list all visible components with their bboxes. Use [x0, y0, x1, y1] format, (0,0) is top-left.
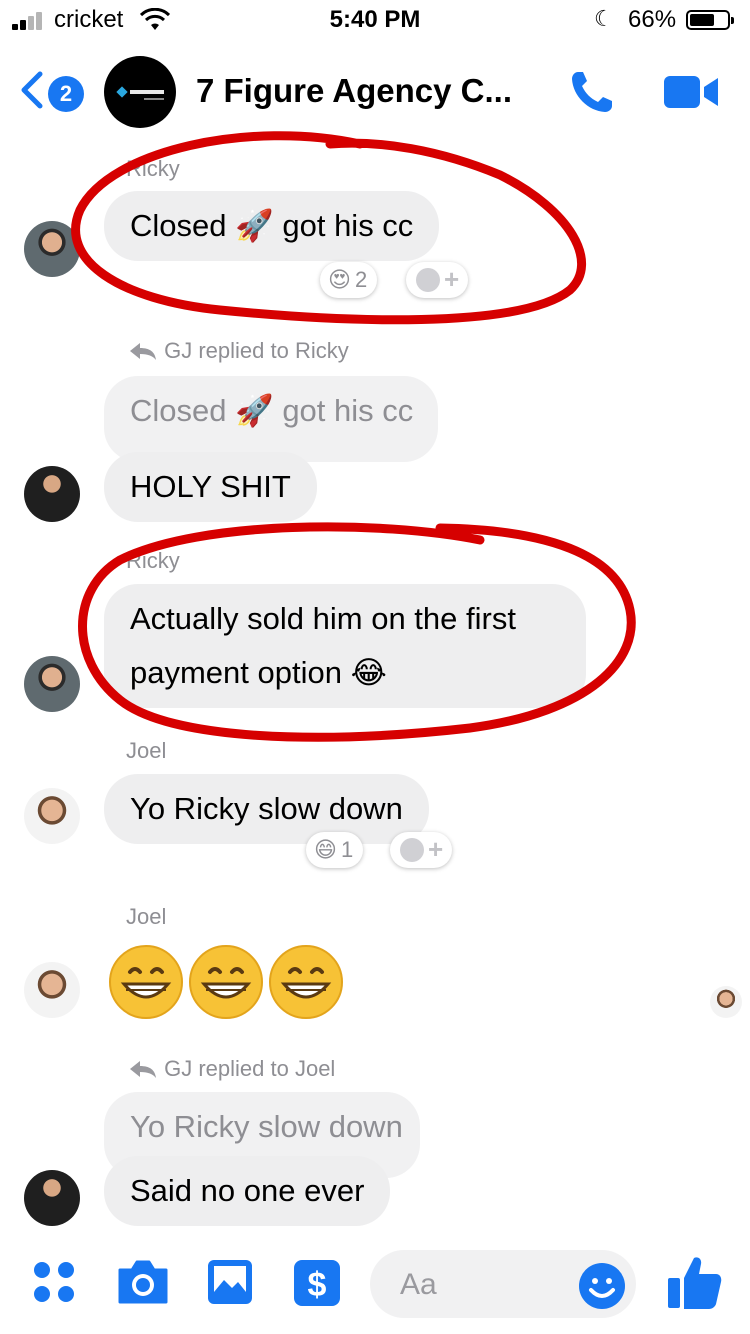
group-avatar[interactable]: [104, 56, 176, 128]
tears-of-joy-icon: 😂: [350, 655, 387, 690]
reply-indicator: GJ replied to Joel: [128, 1056, 335, 1082]
grin-icon: [189, 945, 263, 1019]
reaction-badge[interactable]: 😍 2: [320, 262, 378, 298]
message-bubble[interactable]: Actually sold him on the first payment o…: [104, 584, 586, 708]
thumbs-up-icon[interactable]: [664, 1252, 724, 1312]
avatar[interactable]: [24, 656, 80, 712]
reaction-count: 1: [340, 837, 354, 862]
reaction-badge[interactable]: 😄 1: [306, 832, 364, 868]
battery-icon: [686, 10, 734, 30]
status-bar: cricket 5:40 PM ☾ 66%: [0, 0, 750, 40]
plus-icon: +: [444, 264, 460, 294]
svg-text:$: $: [308, 1266, 327, 1304]
camera-icon[interactable]: [116, 1258, 170, 1306]
emoji-icon: [416, 268, 440, 292]
avatar[interactable]: [24, 466, 80, 522]
sender-name: Joel: [126, 738, 167, 763]
sender-name: Joel: [126, 904, 167, 929]
message-bubble[interactable]: Yo Ricky slow down: [104, 774, 429, 844]
sender-name: Ricky: [126, 548, 180, 573]
video-camera-icon[interactable]: [662, 74, 720, 110]
reaction-count: 2: [354, 267, 368, 292]
message-text: Closed: [130, 208, 227, 243]
composer-bar: $ Aa: [0, 1244, 750, 1334]
unread-badge[interactable]: 2: [48, 76, 84, 112]
payment-dollar-icon[interactable]: $: [292, 1258, 342, 1308]
emoji-icon[interactable]: [578, 1262, 626, 1310]
back-chevron-icon[interactable]: [18, 70, 44, 110]
message-bubble[interactable]: HOLY SHIT: [104, 452, 317, 522]
message-bubble[interactable]: Closed 🚀 got his cc: [104, 191, 440, 261]
message-text: HOLY SHIT: [130, 469, 291, 504]
battery-percent: 66%: [628, 6, 677, 33]
message-bubble[interactable]: Said no one ever: [104, 1156, 391, 1226]
laughing-icon: 😄: [314, 837, 337, 862]
reply-indicator: GJ replied to Ricky: [128, 338, 349, 364]
grin-icon: [109, 945, 183, 1019]
apps-grid-icon[interactable]: [30, 1258, 78, 1306]
avatar[interactable]: [24, 962, 80, 1018]
message-text: Yo Ricky slow down: [130, 791, 403, 826]
heart-eyes-icon: 😍: [328, 267, 351, 292]
grin-icon: [269, 945, 343, 1019]
message-text: Actually sold him on the first: [130, 601, 516, 636]
message-text: got his cc: [282, 208, 414, 243]
message-text: payment option: [130, 655, 342, 690]
avatar[interactable]: [24, 221, 80, 277]
add-reaction-button[interactable]: +: [406, 262, 468, 298]
moon-icon: ☾: [594, 6, 614, 31]
reply-arrow-icon: [130, 343, 156, 360]
gallery-icon[interactable]: [206, 1258, 254, 1306]
avatar[interactable]: [24, 788, 80, 844]
quoted-message[interactable]: Closed 🚀 got his cc: [104, 376, 438, 462]
message-text: Said no one ever: [130, 1173, 365, 1208]
phone-icon[interactable]: [566, 66, 618, 118]
read-receipt-avatar: [710, 986, 742, 1018]
reply-arrow-icon: [130, 1061, 156, 1078]
conversation-title[interactable]: 7 Figure Agency C...: [196, 72, 512, 110]
rocket-icon: 🚀: [235, 208, 274, 243]
add-reaction-button[interactable]: +: [390, 832, 452, 868]
big-emoji-message[interactable]: [108, 944, 348, 1020]
avatar[interactable]: [24, 1170, 80, 1226]
plus-icon: +: [428, 834, 444, 864]
conversation-header: 2 7 Figure Agency C...: [0, 40, 750, 140]
input-placeholder: Aa: [400, 1268, 437, 1301]
sender-name: Ricky: [126, 156, 180, 181]
emoji-icon: [400, 838, 424, 862]
